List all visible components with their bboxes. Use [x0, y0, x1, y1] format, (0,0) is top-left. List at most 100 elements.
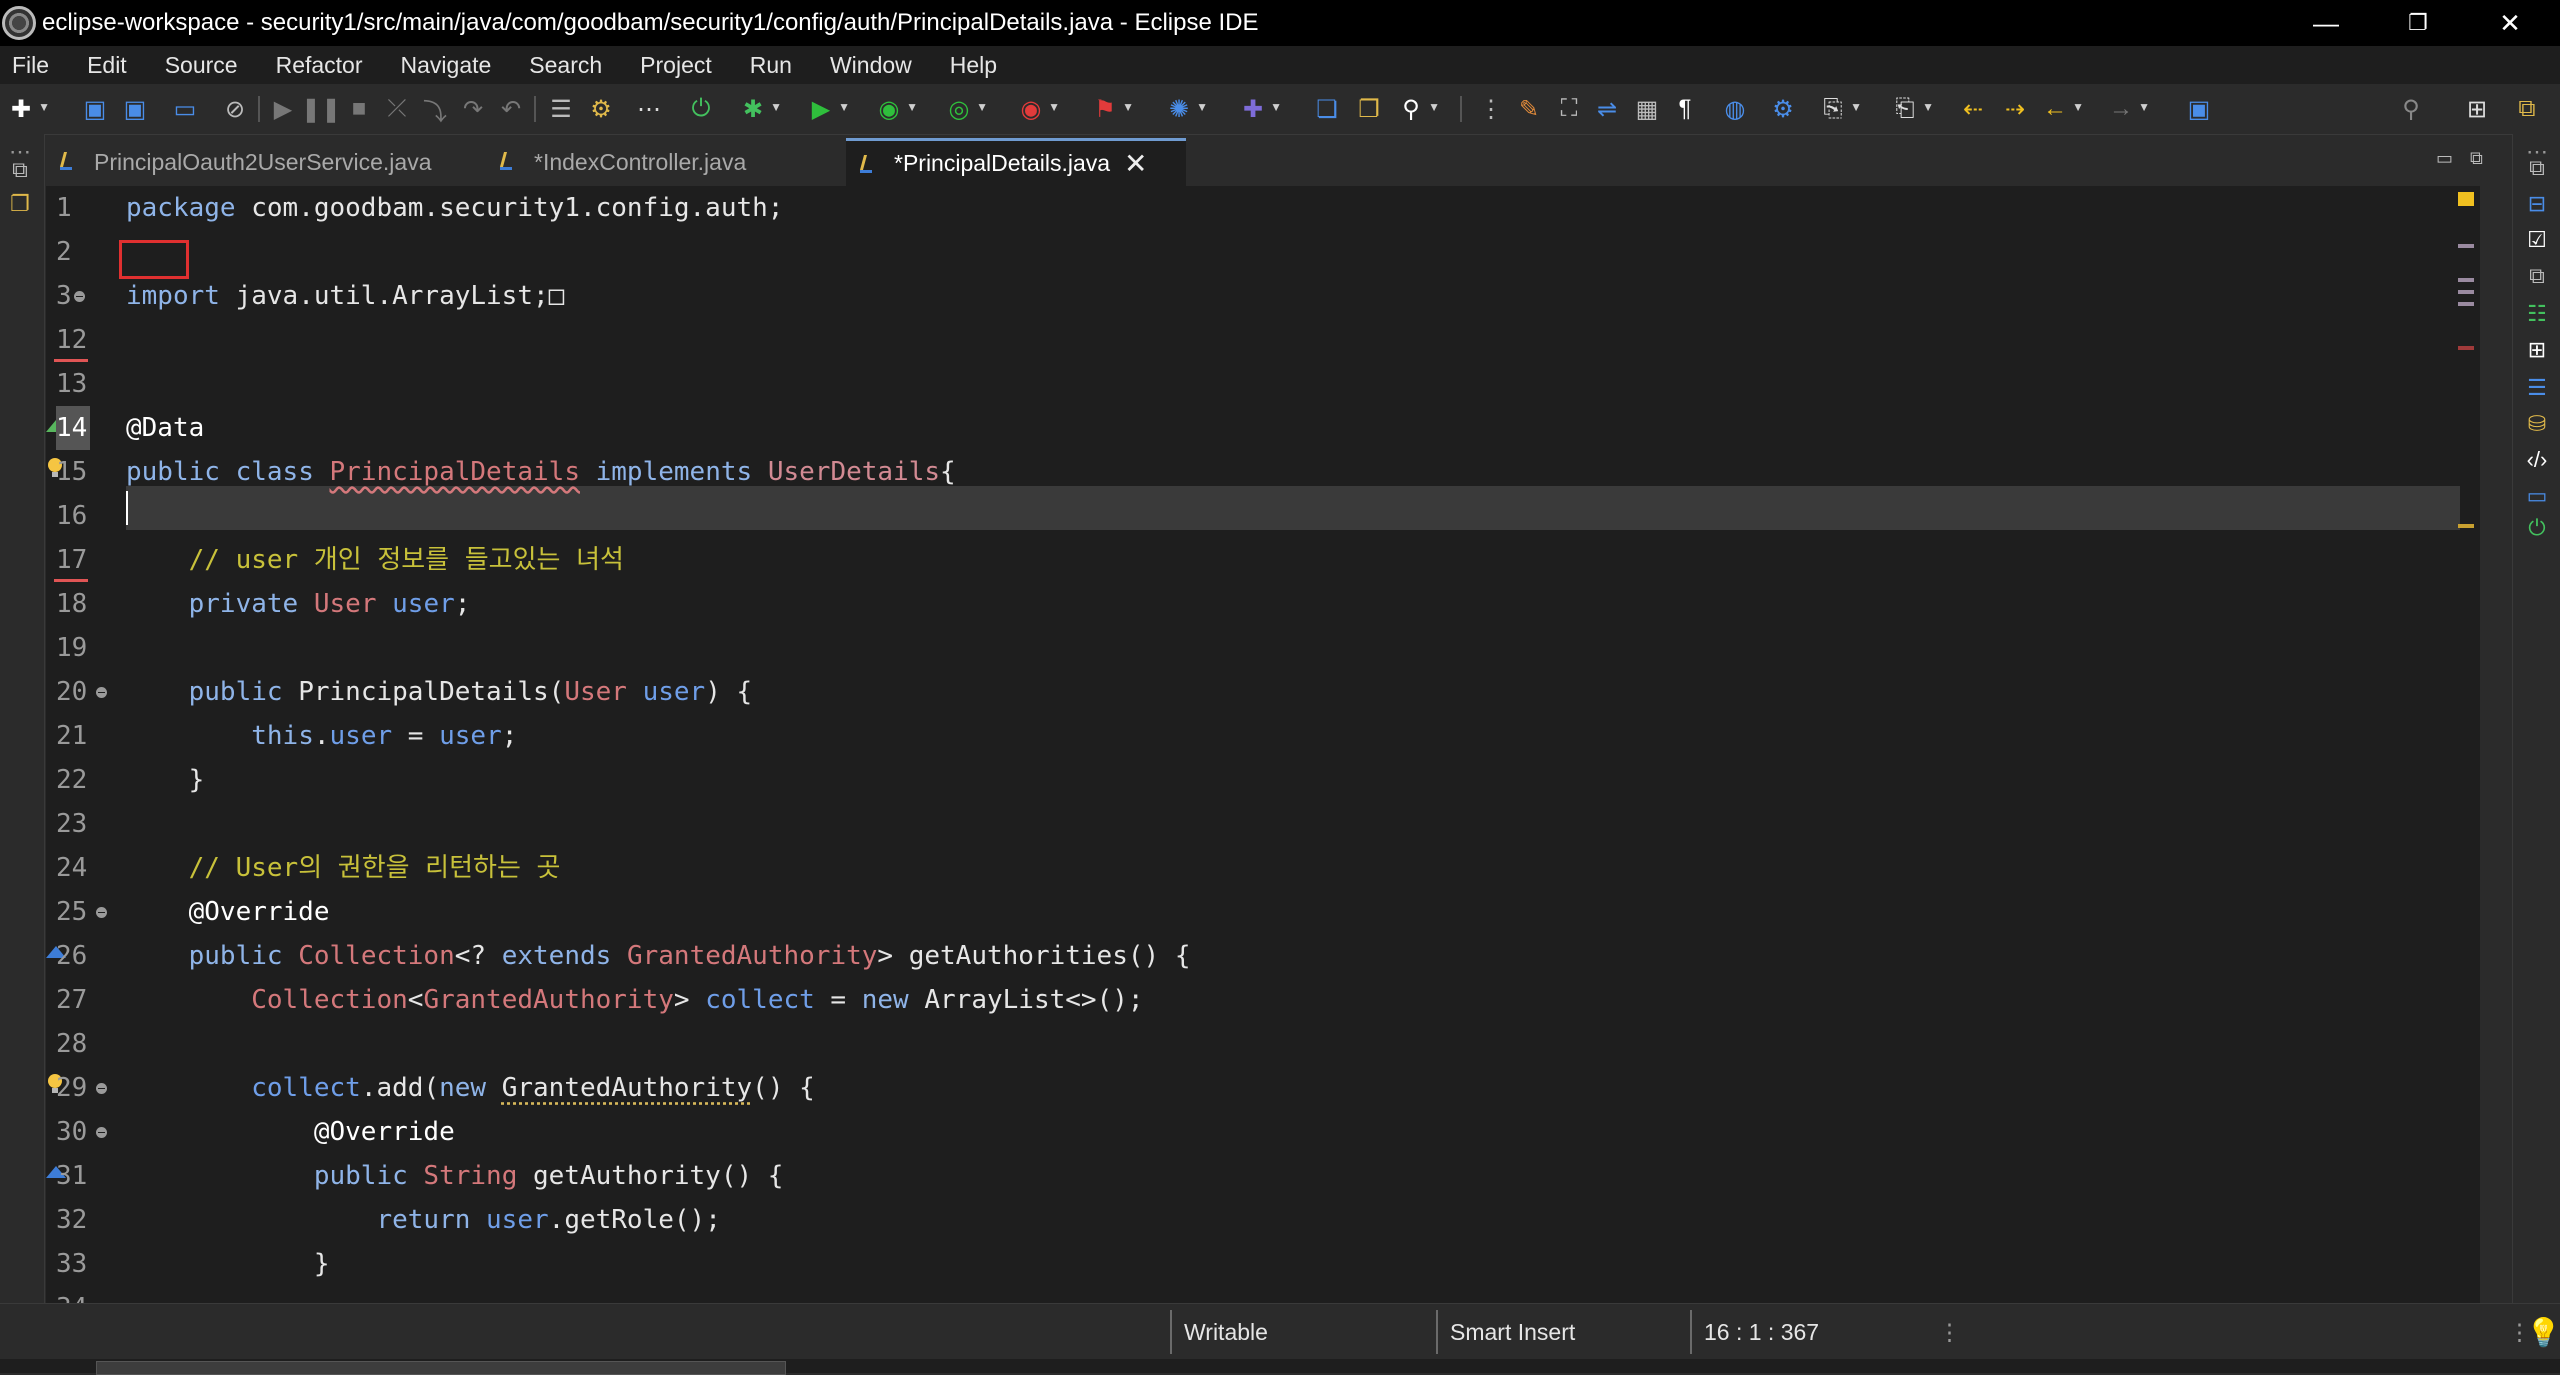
open-type-icon[interactable]: ❏ [1312, 94, 1342, 124]
collapse-fold-icon[interactable] [96, 1083, 107, 1094]
boot-dashboard-icon[interactable]: ⏻ [2523, 514, 2551, 542]
outline-icon[interactable]: ⊟ [2523, 190, 2551, 218]
step-into-icon[interactable]: ⤵ [420, 94, 450, 126]
annotation-next-icon[interactable]: ⎘ ▼ [1818, 94, 1862, 124]
collapse-fold-icon[interactable] [96, 687, 107, 698]
xml-tag-icon[interactable]: ‹/› [2523, 446, 2551, 474]
use-step-filters-icon[interactable]: ⚙ [586, 94, 616, 124]
debug-icon[interactable]: ✱ ▼ [738, 94, 782, 124]
table-icon[interactable]: ⊞ [2523, 336, 2551, 364]
menu-project[interactable]: Project [640, 52, 712, 79]
code-line[interactable]: public class PrincipalDetails implements… [126, 450, 956, 494]
coverage-icon[interactable]: ◉ ▼ [874, 94, 918, 124]
connect-icon[interactable]: ⋯ [634, 94, 664, 124]
collapse-fold-icon[interactable] [96, 1127, 107, 1138]
expand-fold-icon[interactable] [74, 291, 85, 302]
status-cursor-position[interactable]: 16 : 1 : 367 [1704, 1304, 1819, 1360]
package-explorer-icon[interactable]: ❐ [6, 190, 34, 218]
menu-window[interactable]: Window [830, 52, 912, 79]
code-line[interactable]: @Data [126, 406, 204, 450]
overview-ruler[interactable] [2454, 186, 2476, 1303]
code-area[interactable]: package com.goodbam.security1.config.aut… [126, 186, 2480, 1303]
code-line[interactable]: public PrincipalDetails(User user) { [126, 670, 753, 714]
step-return-icon[interactable]: ↶ [496, 94, 526, 124]
task-list-icon[interactable]: ☑ [2523, 226, 2551, 254]
warning-marker[interactable] [2458, 524, 2474, 528]
search-icon[interactable]: ⚲ ▼ [1396, 94, 1440, 124]
code-line[interactable]: // User의 권한을 리턴하는 곳 [126, 846, 561, 890]
save-icon[interactable]: ▣ [80, 94, 110, 124]
step-over-icon[interactable]: ↷ [458, 94, 488, 124]
breadcrumb-icon[interactable]: ⋮ [1476, 94, 1506, 124]
new-server-icon[interactable]: ✺ ▼ [1164, 94, 1208, 124]
maximize-editor-icon[interactable]: ⧉ [2470, 148, 2483, 169]
skip-breakpoints-icon[interactable]: ⊘ [220, 94, 250, 124]
minimize-editor-icon[interactable]: ▭ [2436, 148, 2453, 169]
annotation-marker[interactable] [2458, 244, 2474, 248]
menu-help[interactable]: Help [950, 52, 997, 79]
collapse-fold-icon[interactable] [96, 907, 107, 918]
save-all-icon[interactable]: ▣ [120, 94, 150, 124]
open-perspective-icon[interactable]: ⊞ [2462, 94, 2492, 124]
code-line[interactable]: } [126, 1242, 330, 1286]
tab-principal-oauth2-user-service[interactable]: PrincipalOauth2UserService.java [46, 138, 486, 186]
code-line[interactable]: private User user; [126, 582, 471, 626]
close-tab-icon[interactable]: ✕ [1124, 147, 1147, 180]
menu-run[interactable]: Run [750, 52, 792, 79]
block-selection-icon[interactable]: ▦ [1632, 94, 1662, 124]
menu-refactor[interactable]: Refactor [276, 52, 363, 79]
forward-icon[interactable]: → ▼ [2106, 94, 2150, 124]
code-line[interactable]: public String getAuthority() { [126, 1154, 784, 1198]
back-icon[interactable]: ← ▼ [2040, 94, 2084, 124]
code-line[interactable]: collect.add(new GrantedAuthority() { [126, 1066, 815, 1110]
disconnect-icon[interactable]: ⤫ [382, 94, 412, 124]
code-line[interactable]: @Override [126, 890, 330, 934]
restore-button[interactable]: ❐ [2372, 0, 2464, 46]
mark-occurrences-icon[interactable]: ✎ [1514, 94, 1544, 124]
stop-server-icon[interactable]: ◉ ▼ [1016, 94, 1060, 124]
copy-view-icon[interactable]: ⧉ [2523, 262, 2551, 290]
restore-view-icon[interactable]: ⧉ [6, 156, 34, 184]
code-line[interactable]: Collection<GrantedAuthority> collect = n… [126, 978, 1143, 1022]
code-line[interactable]: } [126, 758, 205, 802]
code-line[interactable]: import java.util.ArrayList;□ [126, 274, 564, 318]
pin-editor-icon[interactable]: ▣ [2184, 94, 2214, 124]
close-window-button[interactable]: ✕ [2464, 0, 2556, 46]
open-console-icon[interactable]: ▭ [170, 94, 200, 124]
show-whitespace-icon[interactable]: ¶ [1670, 94, 1700, 124]
code-line[interactable]: return user.getRole(); [126, 1198, 720, 1242]
annotation-marker[interactable] [2458, 278, 2474, 282]
annotation-marker[interactable] [2458, 290, 2474, 294]
tab-index-controller[interactable]: *IndexController.java [486, 138, 846, 186]
deploy-icon[interactable]: ⚙ [1768, 94, 1798, 124]
code-editor[interactable]: 1 2 3 12 13 14 15 16 17 18 19 20 21 22 2… [46, 186, 2480, 1303]
menu-file[interactable]: File [12, 52, 49, 79]
minimize-button[interactable]: — [2280, 0, 2372, 46]
error-marker[interactable] [2458, 346, 2474, 350]
external-tools-icon[interactable]: ⚑ ▼ [1090, 94, 1134, 124]
drop-to-frame-icon[interactable]: ☰ [546, 94, 576, 124]
tip-lightbulb-icon[interactable]: 💡 [2526, 1304, 2560, 1360]
menu-source[interactable]: Source [165, 52, 238, 79]
new-spring-icon[interactable]: ✚ ▼ [1238, 94, 1282, 124]
run-icon[interactable]: ▶ ▼ [806, 94, 850, 124]
status-insert-mode[interactable]: Smart Insert [1450, 1304, 1575, 1360]
data-source-icon[interactable]: ⛁ [2523, 410, 2551, 438]
annotation-marker[interactable] [2458, 302, 2474, 306]
new-icon[interactable]: ✚ ▼ [6, 94, 50, 124]
quick-access-search-icon[interactable]: ⚲ [2396, 94, 2426, 124]
code-line[interactable]: // user 개인 정보를 들고있는 녀석 [126, 538, 624, 582]
menu-navigate[interactable]: Navigate [401, 52, 492, 79]
suspend-icon[interactable]: ❚❚ [301, 94, 341, 124]
annotation-prev-icon[interactable]: ⎗ ▼ [1890, 94, 1934, 124]
monitor-icon[interactable]: ▭ [2523, 482, 2551, 510]
checklist-icon[interactable]: ☷ [2523, 300, 2551, 328]
java-perspective-icon[interactable]: ⧉ [2512, 94, 2542, 124]
servers-icon[interactable]: ☰ [2523, 374, 2551, 402]
restore-view-icon[interactable]: ⧉ [2523, 154, 2551, 182]
resume-icon[interactable]: ▶ [268, 94, 298, 124]
code-line[interactable]: @Override [126, 1110, 455, 1154]
warning-marker[interactable] [2458, 192, 2474, 206]
terminate-icon[interactable]: ■ [344, 94, 374, 124]
status-menu-icon[interactable]: ⋮ [1938, 1304, 1961, 1360]
